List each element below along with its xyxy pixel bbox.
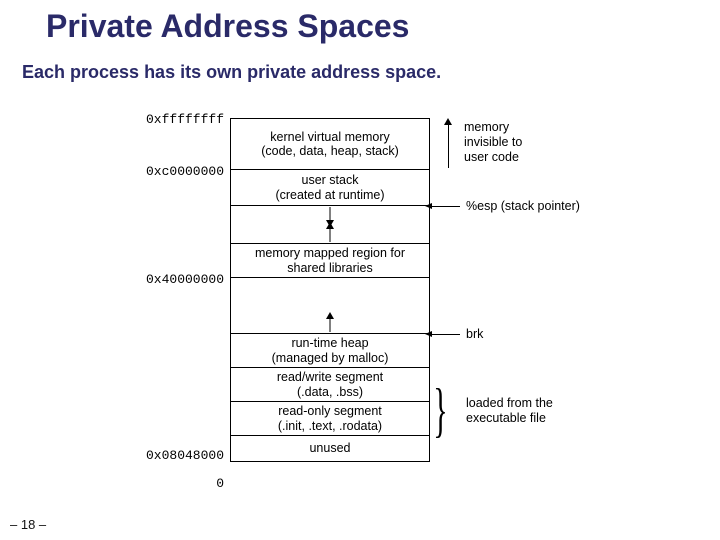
- region-kernel: kernel virtual memory (code, data, heap,…: [231, 119, 429, 169]
- memory-map: kernel virtual memory (code, data, heap,…: [230, 118, 430, 462]
- slide-number: – 18 –: [10, 517, 46, 532]
- slide-subtitle: Each process has its own private address…: [22, 62, 441, 83]
- region-rw: read/write segment (.data, .bss): [231, 367, 429, 401]
- region-kernel-label: kernel virtual memory (code, data, heap,…: [261, 130, 399, 159]
- region-rw-label: read/write segment (.data, .bss): [277, 370, 383, 399]
- note-loaded: loaded from the executable file: [466, 396, 553, 426]
- region-unused-label: unused: [309, 441, 350, 455]
- region-gap-stack-mmap: [231, 205, 429, 243]
- pointer-arrow-icon: [432, 206, 460, 207]
- region-ro-label: read-only segment (.init, .text, .rodata…: [278, 404, 382, 433]
- note-brk: brk: [466, 327, 483, 342]
- region-heap: run-time heap (managed by malloc): [231, 333, 429, 367]
- region-user-stack: user stack (created at runtime): [231, 169, 429, 205]
- region-mmap: memory mapped region for shared librarie…: [231, 243, 429, 277]
- region-mmap-label: memory mapped region for shared librarie…: [255, 246, 405, 275]
- note-esp: %esp (stack pointer): [466, 199, 580, 214]
- region-unused: unused: [231, 435, 429, 461]
- region-heap-label: run-time heap (managed by malloc): [272, 336, 389, 365]
- brace-icon: }: [433, 380, 447, 440]
- note-invisible: memory invisible to user code: [464, 120, 522, 165]
- addr-top: 0xffffffff: [114, 112, 224, 127]
- region-gap-mmap-heap: [231, 277, 429, 333]
- region-user-stack-label: user stack (created at runtime): [275, 173, 384, 202]
- slide-title: Private Address Spaces: [46, 8, 409, 45]
- connector-line: [448, 124, 449, 168]
- addr-mmap: 0x40000000: [114, 272, 224, 287]
- addr-text: 0x08048000: [114, 448, 224, 463]
- region-ro: read-only segment (.init, .text, .rodata…: [231, 401, 429, 435]
- addr-kern: 0xc0000000: [114, 164, 224, 179]
- addr-zero: 0: [114, 476, 224, 491]
- pointer-arrow-icon: [432, 334, 460, 335]
- arrow-up-icon: [444, 118, 452, 125]
